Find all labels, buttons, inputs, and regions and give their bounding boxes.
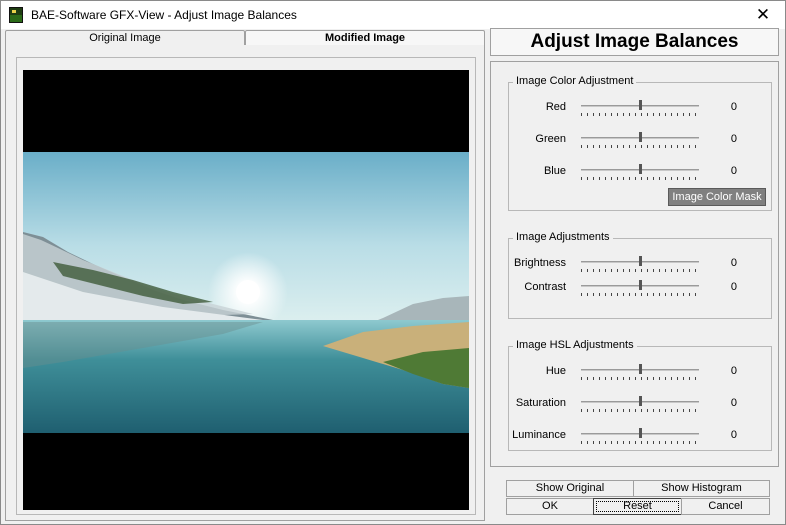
label-green: Green <box>535 133 566 145</box>
tab-original-image[interactable]: Original Image <box>5 30 245 46</box>
hue-slider[interactable] <box>581 364 699 382</box>
row-saturation: Saturation 0 <box>509 396 771 414</box>
label-saturation: Saturation <box>515 397 566 409</box>
value-contrast: 0 <box>730 281 737 293</box>
window-title: BAE-Software GFX-View - Adjust Image Bal… <box>31 8 297 22</box>
show-original-button[interactable]: Show Original <box>506 480 634 497</box>
brightness-slider[interactable] <box>581 256 699 274</box>
value-brightness: 0 <box>730 257 737 269</box>
value-saturation: 0 <box>730 397 737 409</box>
title-bar[interactable]: BAE-Software GFX-View - Adjust Image Bal… <box>1 1 785 29</box>
panel-header: Adjust Image Balances <box>490 28 779 56</box>
contrast-slider[interactable] <box>581 280 699 298</box>
group-image-color-adjustment: Image Color Adjustment Red 0 Green 0 Blu… <box>508 75 772 211</box>
slider-ticks <box>581 293 699 296</box>
slider-thumb[interactable] <box>639 364 642 374</box>
row-contrast: Contrast 0 <box>509 280 771 298</box>
group-title: Image Adjustments <box>513 231 613 243</box>
group-title: Image Color Adjustment <box>513 75 637 87</box>
group-image-adjustments: Image Adjustments Brightness 0 Contrast … <box>508 231 772 319</box>
slider-thumb[interactable] <box>639 256 642 266</box>
slider-thumb[interactable] <box>639 280 642 290</box>
label-blue: Blue <box>543 165 566 177</box>
show-histogram-button[interactable]: Show Histogram <box>633 480 770 497</box>
value-luminance: 0 <box>730 429 737 441</box>
landscape-photo <box>23 152 469 433</box>
group-image-hsl-adjustments: Image HSL Adjustments Hue 0 Saturation 0 <box>508 339 772 451</box>
image-tabs: Original Image Modified Image <box>5 30 485 46</box>
saturation-slider[interactable] <box>581 396 699 414</box>
cancel-button[interactable]: Cancel <box>681 498 770 515</box>
tab-modified-image[interactable]: Modified Image <box>245 30 485 46</box>
row-green: Green 0 <box>509 132 771 150</box>
slider-ticks <box>581 441 699 444</box>
app-icon <box>9 7 23 23</box>
value-red: 0 <box>730 101 737 113</box>
slider-ticks <box>581 409 699 412</box>
close-icon[interactable]: ✕ <box>741 1 785 29</box>
luminance-slider[interactable] <box>581 428 699 446</box>
value-hue: 0 <box>730 365 737 377</box>
ok-button[interactable]: OK <box>506 498 594 515</box>
row-luminance: Luminance 0 <box>509 428 771 446</box>
slider-thumb[interactable] <box>639 100 642 110</box>
label-contrast: Contrast <box>524 281 566 293</box>
value-blue: 0 <box>730 165 737 177</box>
label-luminance: Luminance <box>512 429 566 441</box>
blue-slider[interactable] <box>581 164 699 182</box>
preview-photo <box>23 152 469 433</box>
slider-ticks <box>581 177 699 180</box>
slider-ticks <box>581 145 699 148</box>
slider-ticks <box>581 269 699 272</box>
label-red: Red <box>545 101 566 113</box>
slider-thumb[interactable] <box>639 396 642 406</box>
row-red: Red 0 <box>509 100 771 118</box>
red-slider[interactable] <box>581 100 699 118</box>
slider-thumb[interactable] <box>639 164 642 174</box>
value-green: 0 <box>730 133 737 145</box>
adjustment-panel: Image Color Adjustment Red 0 Green 0 Blu… <box>490 61 779 467</box>
group-title: Image HSL Adjustments <box>513 339 637 351</box>
green-slider[interactable] <box>581 132 699 150</box>
dialog-window: BAE-Software GFX-View - Adjust Image Bal… <box>0 0 786 525</box>
label-brightness: Brightness <box>514 257 566 269</box>
image-color-mask-button[interactable]: Image Color Mask <box>668 188 766 206</box>
slider-ticks <box>581 113 699 116</box>
slider-thumb[interactable] <box>639 428 642 438</box>
row-hue: Hue 0 <box>509 364 771 382</box>
row-blue: Blue 0 <box>509 164 771 182</box>
slider-ticks <box>581 377 699 380</box>
reset-button[interactable]: Reset <box>593 498 682 515</box>
slider-thumb[interactable] <box>639 132 642 142</box>
row-brightness: Brightness 0 <box>509 256 771 274</box>
label-hue: Hue <box>545 365 566 377</box>
